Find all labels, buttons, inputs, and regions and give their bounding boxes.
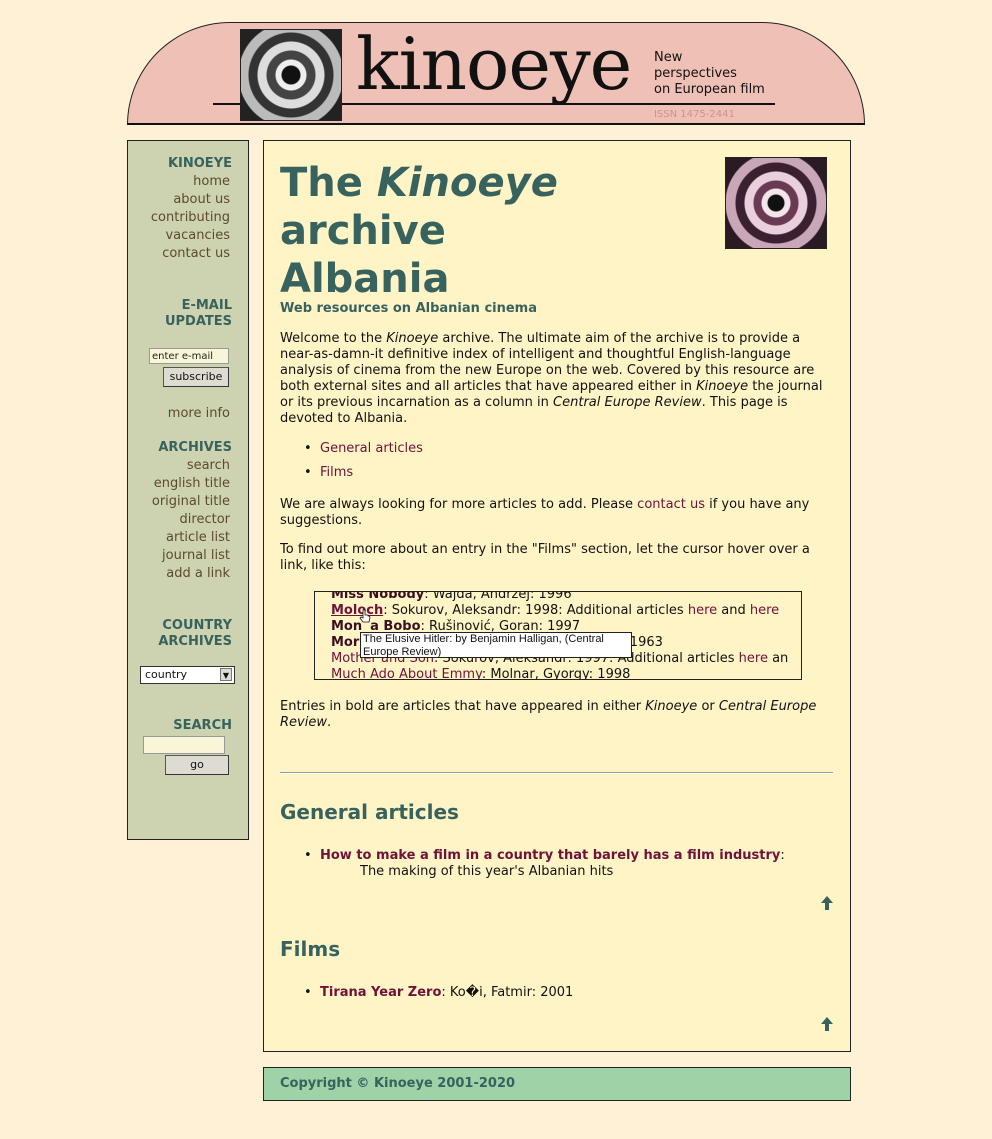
article-link[interactable]: How to make a film in a country that bar… [320, 848, 780, 863]
demo-title[interactable]: Mor [331, 635, 359, 650]
demo-meta: : Molnar, Gyorgy: 1998 [481, 667, 631, 680]
toc-link-general-articles[interactable]: General articles [320, 441, 423, 456]
demo-title-hovered[interactable]: Moloch [331, 603, 383, 618]
list-item: Films [304, 465, 423, 481]
search-input[interactable] [143, 736, 225, 754]
film-meta: : Ko�i, Fatmir: 2001 [441, 985, 574, 1000]
back-to-top-arrow-icon[interactable] [821, 1017, 833, 1031]
title-archive: archive [280, 208, 446, 254]
footer: Copyright © Kinoeye 2001-2020 [263, 1067, 851, 1101]
bold-note: Entries in bold are articles that have a… [280, 699, 832, 731]
list-item: Moloch: Sokurov, Aleksandr: 1998: Additi… [331, 603, 779, 619]
copyright-text: Copyright © Kinoeye 2001-2020 [280, 1076, 516, 1091]
film-link[interactable]: Tirana Year Zero [320, 985, 441, 1000]
sidebar-item-journal-list[interactable]: journal list [162, 547, 230, 565]
intro-cer: Central Europe Review [553, 395, 702, 410]
list-item: Miss Nobody: Wajda, Andrzej: 1996 [331, 591, 572, 603]
tagline-line: perspectives [654, 66, 737, 81]
article-description: The making of this year's Albanian hits [360, 864, 614, 879]
sidebar-item-vacancies[interactable]: vacancies [165, 227, 230, 245]
intro-kinoeye: Kinoeye [696, 379, 749, 394]
films-list: Tirana Year Zero: Ko�i, Fatmir: 2001 [304, 985, 574, 1001]
list-item: Much Ado About Emmy: Molnar, Gyorgy: 199… [331, 667, 631, 680]
contact-us-link[interactable]: contact us [637, 497, 705, 512]
note-text: . [326, 715, 332, 730]
country-select-value: country [145, 668, 188, 681]
title-kinoeye: Kinoeye [376, 160, 558, 206]
more-text: We are always looking for more articles … [280, 497, 638, 512]
issn-number: ISSN 1475-2441 [654, 109, 735, 120]
general-articles-list: How to make a film in a country that bar… [304, 848, 785, 864]
section-heading-films: Films [280, 937, 341, 961]
demo-title[interactable]: Mon [331, 619, 362, 634]
more-articles-paragraph: We are always looking for more articles … [280, 497, 832, 529]
sidebar-heading-kinoeye: KINOEYE [167, 156, 232, 171]
site-tagline: New perspectives on European film [654, 50, 784, 98]
main-content: The Kinoeye archive Albania Web resource… [263, 140, 851, 1052]
list-item: Tirana Year Zero: Ko�i, Fatmir: 2001 [304, 985, 574, 1001]
sidebar-item-contact-us[interactable]: contact us [162, 245, 230, 263]
go-button[interactable]: go [165, 755, 229, 775]
sidebar-item-contributing[interactable]: contributing [151, 209, 230, 227]
demo-meta: : Wajda, Andrzej: 1996 [424, 591, 572, 602]
tooltip: The Elusive Hitler: by Benjamin Halligan… [360, 632, 632, 658]
page-title: The Kinoeye archive Albania [280, 159, 558, 303]
masthead-base-rule [127, 123, 865, 125]
sidebar-heading-search: SEARCH [173, 718, 232, 733]
demo-meta: an [767, 651, 789, 666]
page-subtitle: Web resources on Albanian cinema [280, 301, 537, 316]
demo-here-link[interactable]: here [688, 603, 717, 618]
sidebar-item-original-title[interactable]: original title [152, 493, 230, 511]
site-logo-text[interactable]: kinoeye [356, 24, 632, 104]
intro-kinoeye: Kinoeye [386, 331, 439, 346]
demo-title[interactable]: Miss Nobody [331, 592, 424, 602]
note-kinoeye: Kinoeye [645, 699, 698, 714]
intro-text: Welcome to the [280, 331, 387, 346]
toc-link-films[interactable]: Films [320, 465, 353, 480]
demo-film-link[interactable]: Much Ado About Emmy [331, 667, 482, 679]
sidebar-item-article-list[interactable]: article list [166, 529, 230, 547]
sidebar-item-english-title[interactable]: english title [154, 475, 230, 493]
hover-instructions: To find out more about an entry in the "… [280, 542, 810, 573]
sidebar-item-director[interactable]: director [180, 511, 230, 529]
eye-logo-icon[interactable] [240, 29, 342, 121]
intro-paragraph: Welcome to the Kinoeye archive. The ulti… [280, 331, 832, 427]
demo-meta: : Sokurov, Aleksandr: 1998: Additional a… [383, 603, 688, 618]
title-country: Albania [280, 256, 450, 302]
sidebar-item-search[interactable]: search [187, 457, 230, 475]
list-item: How to make a film in a country that bar… [304, 848, 785, 864]
article-colon: : [780, 848, 785, 863]
tagline-line: on European film [654, 82, 765, 97]
toc-list: General articles Films [304, 441, 423, 481]
country-select[interactable]: country ▼ [140, 666, 235, 684]
demo-here-link[interactable]: here [750, 603, 779, 618]
note-text: or [697, 699, 719, 714]
title-the: The [280, 160, 377, 206]
tagline-line: New [654, 50, 683, 65]
list-item: General articles [304, 441, 423, 457]
demo-here-link[interactable]: here [739, 651, 768, 666]
section-heading-general-articles: General articles [280, 800, 459, 824]
eye-thumbnail-icon [725, 157, 827, 249]
dropdown-arrow-icon[interactable]: ▼ [220, 668, 232, 681]
sidebar-item-more-info[interactable]: more info [168, 405, 230, 423]
back-to-top-arrow-icon[interactable] [821, 896, 833, 910]
mouse-cursor-icon [359, 609, 371, 623]
sidebar-heading-country: COUNTRY [162, 618, 232, 633]
sidebar: KINOEYE home about us contributing vacan… [127, 140, 249, 840]
sidebar-heading-archives: ARCHIVES [158, 440, 232, 455]
sidebar-heading-country-archives: ARCHIVES [158, 634, 232, 649]
demo-meta: and [717, 603, 750, 618]
subscribe-button[interactable]: subscribe [163, 367, 229, 387]
sidebar-heading-updates: UPDATES [164, 314, 232, 329]
sidebar-item-home[interactable]: home [193, 173, 230, 191]
sidebar-item-add-a-link[interactable]: add a link [166, 565, 230, 583]
divider [280, 772, 833, 774]
email-field[interactable]: enter e-mail [149, 348, 229, 364]
sidebar-item-about-us[interactable]: about us [173, 191, 230, 209]
sidebar-heading-email: E-MAIL [181, 298, 232, 313]
note-text: Entries in bold are articles that have a… [280, 699, 646, 714]
